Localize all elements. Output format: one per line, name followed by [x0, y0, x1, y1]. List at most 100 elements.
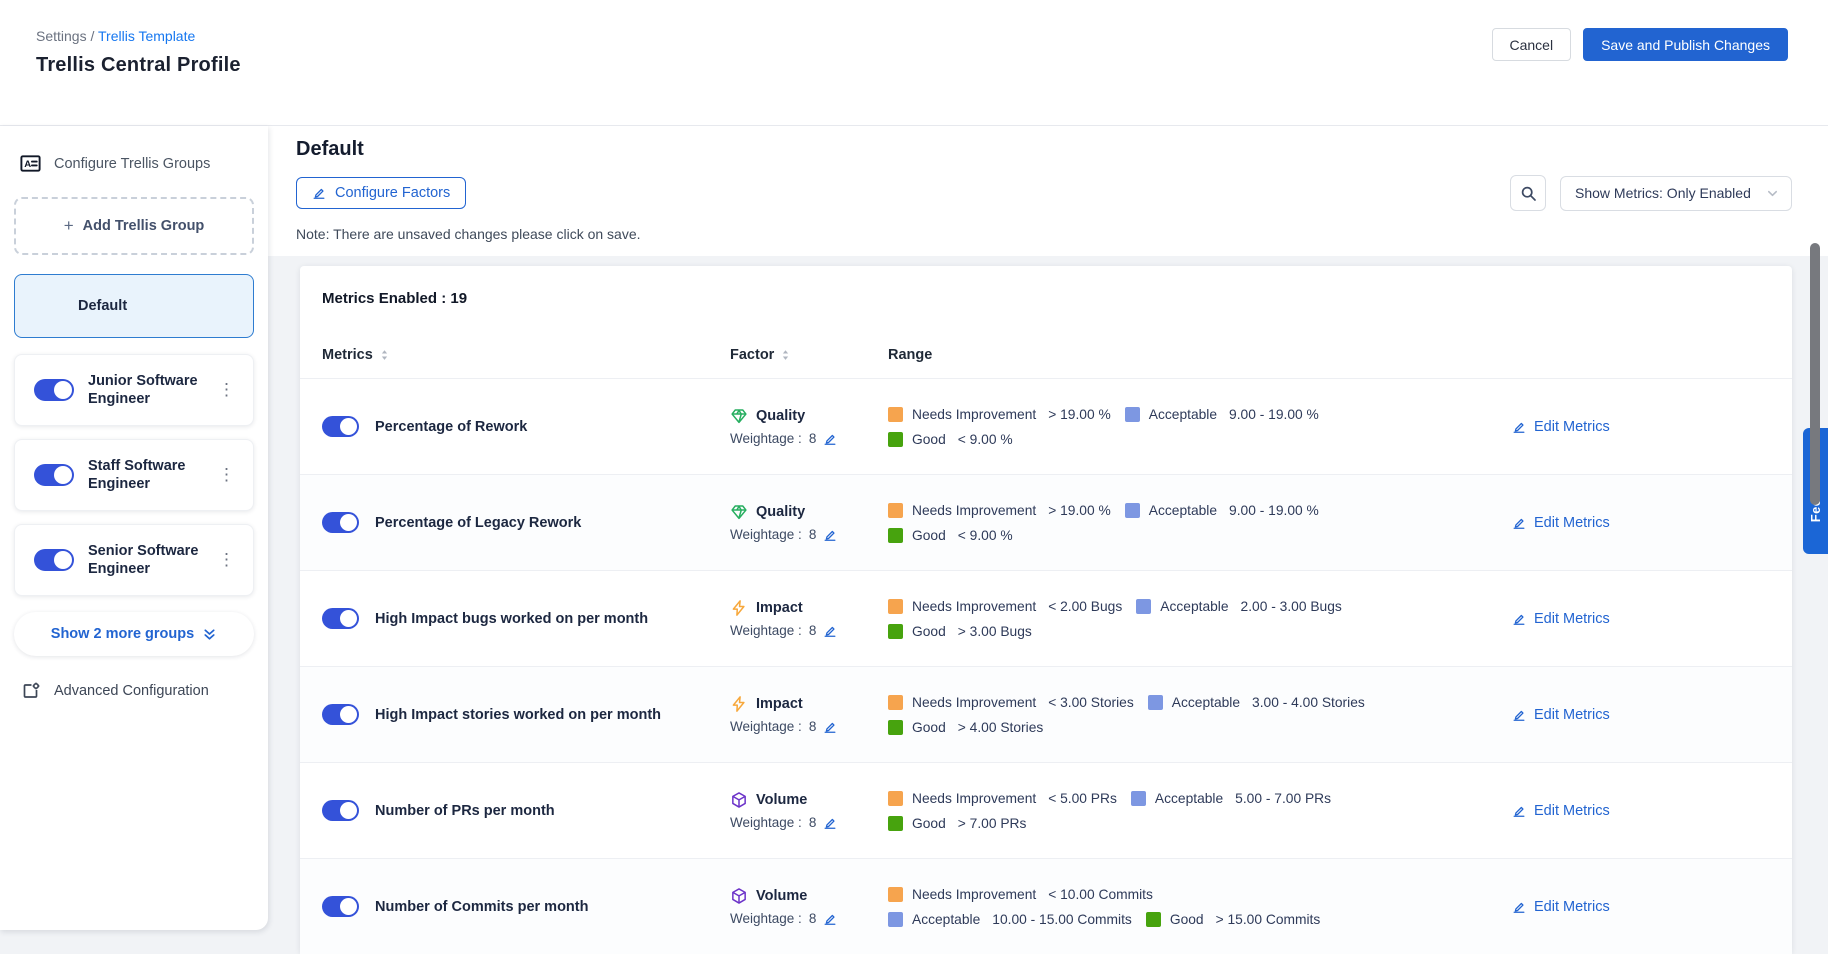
range-value: > 19.00 % — [1048, 407, 1111, 422]
range-value: > 3.00 Bugs — [958, 624, 1032, 639]
group-enabled-toggle[interactable] — [34, 379, 74, 401]
page-title: Trellis Central Profile — [36, 54, 241, 77]
advanced-configuration-button[interactable]: Advanced Configuration — [14, 681, 254, 701]
sidebar-group-card[interactable]: Senior Software Engineer ⋮ — [14, 524, 254, 596]
range-label: Needs Improvement — [912, 503, 1036, 518]
group-enabled-toggle[interactable] — [34, 549, 74, 571]
show-more-groups-label: Show 2 more groups — [51, 626, 194, 642]
toggle-knob — [340, 802, 357, 819]
kebab-menu-icon[interactable]: ⋮ — [210, 546, 243, 574]
metric-cell: High Impact stories worked on per month — [322, 704, 730, 725]
range-cell: Needs Improvement < 3.00 Stories Accepta… — [888, 695, 1398, 735]
vertical-scrollbar[interactable] — [1810, 243, 1820, 505]
cube-volume-icon — [730, 887, 748, 905]
column-header-range: Range — [888, 347, 1398, 363]
edit-metrics-link[interactable]: Edit Metrics — [1512, 611, 1610, 627]
metric-enabled-toggle[interactable] — [322, 896, 359, 917]
metric-row: Percentage of Legacy Rework Quality Weig… — [300, 475, 1792, 571]
edit-weightage-icon[interactable] — [823, 624, 837, 638]
edit-weightage-icon[interactable] — [823, 432, 837, 446]
sidebar-item-default[interactable]: Default — [14, 274, 254, 338]
toolbar-right: Show Metrics: Only Enabled — [1510, 175, 1792, 211]
search-button[interactable] — [1510, 175, 1546, 211]
sidebar-group-card[interactable]: Junior Software Engineer ⋮ — [14, 354, 254, 426]
show-metrics-dropdown[interactable]: Show Metrics: Only Enabled — [1560, 176, 1792, 211]
breadcrumb-trellis-template[interactable]: Trellis Template — [98, 28, 195, 44]
group-title: Default — [296, 138, 1792, 161]
sidebar-group-card[interactable]: Staff Software Engineer ⋮ — [14, 439, 254, 511]
edit-weightage-icon[interactable] — [823, 912, 837, 926]
metric-row: Percentage of Rework Quality Weightage :… — [300, 379, 1792, 475]
range-value: 9.00 - 19.00 % — [1229, 503, 1319, 518]
metric-cell: High Impact bugs worked on per month — [322, 608, 730, 629]
factor-name: Quality — [756, 504, 805, 520]
edit-metrics-label: Edit Metrics — [1534, 611, 1610, 627]
edit-metrics-label: Edit Metrics — [1534, 899, 1610, 915]
add-trellis-group-label: Add Trellis Group — [83, 218, 205, 234]
save-publish-button[interactable]: Save and Publish Changes — [1583, 28, 1788, 61]
default-group-label: Default — [78, 298, 127, 314]
show-more-groups-button[interactable]: Show 2 more groups — [14, 612, 254, 656]
factor-cell: Quality Weightage :8 — [730, 503, 888, 542]
metric-enabled-toggle[interactable] — [322, 512, 359, 533]
add-trellis-group-button[interactable]: + Add Trellis Group — [14, 197, 254, 255]
breadcrumb-settings[interactable]: Settings — [36, 28, 87, 44]
range-chip-good: Good > 7.00 PRs — [888, 816, 1026, 831]
kebab-menu-icon[interactable]: ⋮ — [210, 376, 243, 404]
acceptable-swatch — [1125, 503, 1140, 518]
main-header: Default Configure Factors — [268, 126, 1828, 256]
weightage: Weightage :8 — [730, 527, 888, 542]
acceptable-swatch — [1148, 695, 1163, 710]
weightage-value: 8 — [809, 431, 817, 446]
metric-name: Number of Commits per month — [375, 899, 588, 915]
svg-text:A: A — [24, 159, 31, 170]
column-header-factor[interactable]: Factor — [730, 347, 888, 363]
range-label: Acceptable — [1149, 503, 1217, 518]
sidebar-section-title: Configure Trellis Groups — [54, 156, 210, 172]
edit-metrics-link[interactable]: Edit Metrics — [1512, 707, 1610, 723]
range-chip-good: Good > 15.00 Commits — [1146, 912, 1320, 927]
edit-metrics-pencil-icon — [1512, 420, 1526, 434]
range-label: Needs Improvement — [912, 887, 1036, 902]
factor-cell: Volume Weightage :8 — [730, 887, 888, 926]
edit-metrics-link[interactable]: Edit Metrics — [1512, 419, 1610, 435]
metric-enabled-toggle[interactable] — [322, 800, 359, 821]
chevron-down-icon — [1766, 187, 1779, 200]
weightage-value: 8 — [809, 623, 817, 638]
needs-improvement-swatch — [888, 407, 903, 422]
metric-enabled-toggle[interactable] — [322, 416, 359, 437]
metric-row: High Impact stories worked on per month … — [300, 667, 1792, 763]
header-actions: Cancel Save and Publish Changes — [1492, 28, 1789, 61]
edit-weightage-icon[interactable] — [823, 720, 837, 734]
kebab-menu-icon[interactable]: ⋮ — [210, 461, 243, 489]
range-chip-good: Good > 4.00 Stories — [888, 720, 1043, 735]
metric-rows: Percentage of Rework Quality Weightage :… — [300, 379, 1792, 954]
sort-icon[interactable] — [780, 348, 791, 362]
toggle-knob — [340, 418, 357, 435]
metric-enabled-toggle[interactable] — [322, 704, 359, 725]
range-label: Acceptable — [912, 912, 980, 927]
metric-enabled-toggle[interactable] — [322, 608, 359, 629]
group-enabled-toggle[interactable] — [34, 464, 74, 486]
toggle-knob — [340, 898, 357, 915]
column-header-metrics[interactable]: Metrics — [322, 347, 730, 363]
edit-metrics-pencil-icon — [1512, 612, 1526, 626]
edit-metrics-link[interactable]: Edit Metrics — [1512, 899, 1610, 915]
range-chip-acceptable: Acceptable 10.00 - 15.00 Commits — [888, 912, 1132, 927]
cancel-button[interactable]: Cancel — [1492, 28, 1572, 61]
range-value: 5.00 - 7.00 PRs — [1235, 791, 1331, 806]
edit-weightage-icon[interactable] — [823, 528, 837, 542]
range-label: Acceptable — [1149, 407, 1217, 422]
sort-icon[interactable] — [379, 348, 390, 362]
range-value: 10.00 - 15.00 Commits — [992, 912, 1132, 927]
page-header: Settings / Trellis Template Trellis Cent… — [0, 0, 1828, 126]
configure-factors-button[interactable]: Configure Factors — [296, 177, 466, 209]
needs-improvement-swatch — [888, 695, 903, 710]
weightage: Weightage :8 — [730, 431, 888, 446]
edit-metrics-link[interactable]: Edit Metrics — [1512, 803, 1610, 819]
edit-weightage-icon[interactable] — [823, 816, 837, 830]
edit-metrics-link[interactable]: Edit Metrics — [1512, 515, 1610, 531]
range-value: < 9.00 % — [958, 432, 1013, 447]
range-value: > 7.00 PRs — [958, 816, 1027, 831]
range-label: Good — [912, 720, 946, 735]
